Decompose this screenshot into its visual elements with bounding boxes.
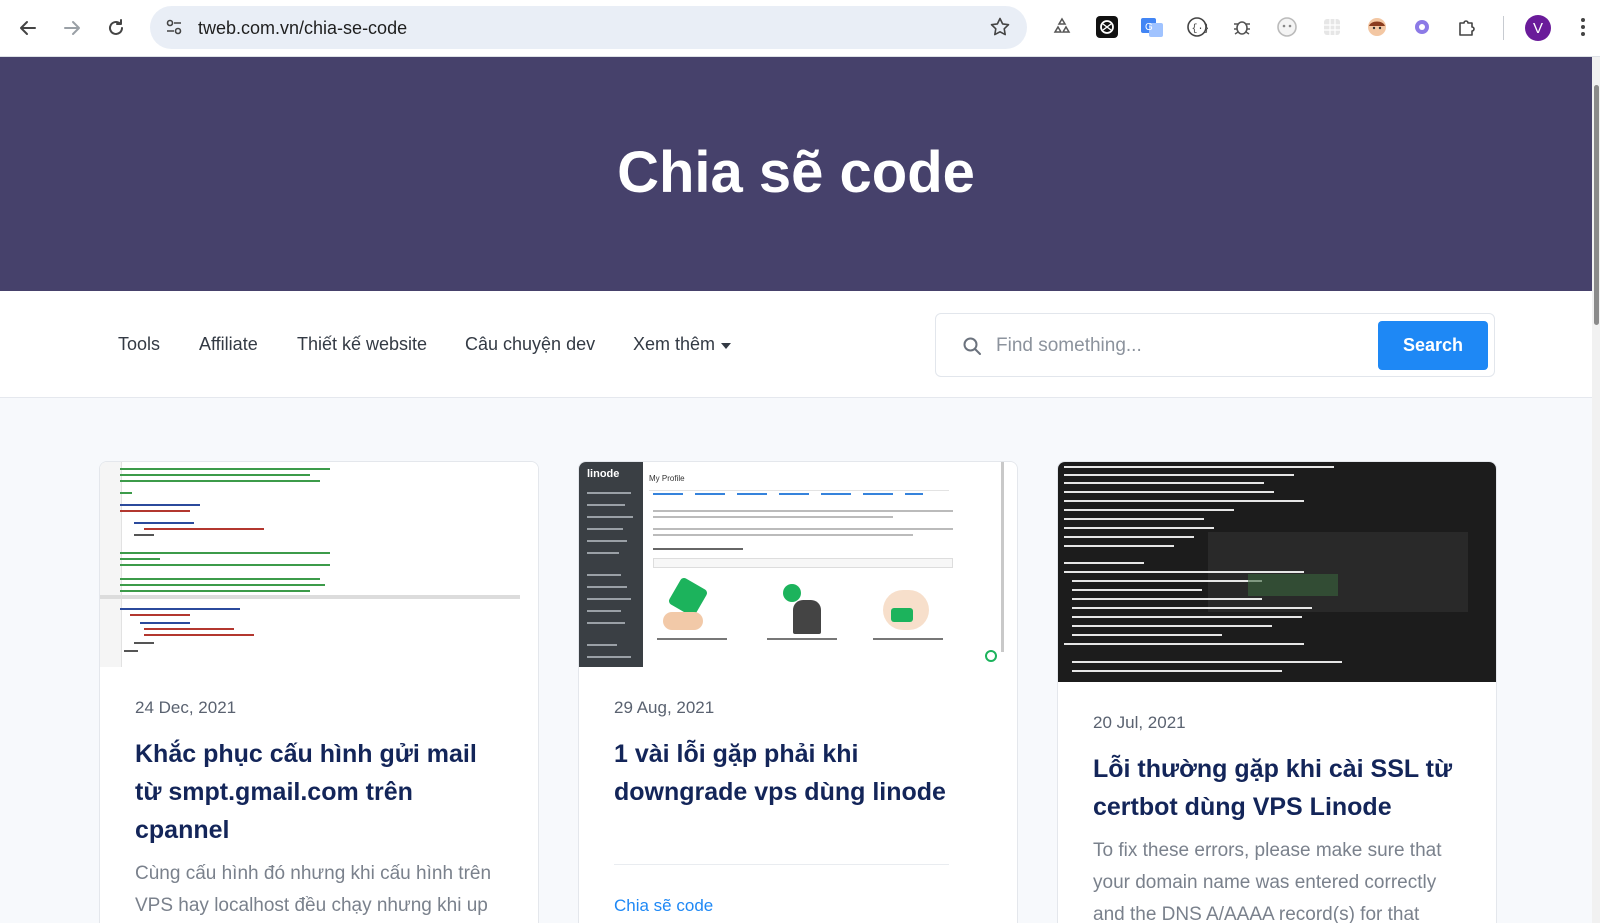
chrome-menu-icon[interactable] xyxy=(1570,14,1596,40)
linode-content: My Profile xyxy=(643,462,1017,667)
search-input[interactable] xyxy=(996,328,1376,364)
linode-logo: linode xyxy=(587,468,620,480)
post-card[interactable]: linode My Profile 29 Aug, 2021 1 vài lỗi… xyxy=(578,461,1018,923)
post-excerpt: Cùng cấu hình đó nhưng khi cấu hình trên… xyxy=(135,863,492,916)
hero-banner: Chia sẽ code xyxy=(0,57,1592,291)
search-icon xyxy=(962,336,982,361)
face-extension-icon[interactable] xyxy=(1274,14,1300,40)
address-bar[interactable]: tweb.com.vn/chia-se-code xyxy=(150,6,1027,49)
menu-item-affiliate[interactable]: Affiliate xyxy=(199,334,258,355)
post-date: 24 Dec, 2021 xyxy=(135,698,237,717)
profile-avatar[interactable]: V xyxy=(1525,15,1551,41)
recycle-extension-icon[interactable] xyxy=(1049,14,1075,40)
post-card[interactable]: 24 Dec, 2021 Khắc phục cấu hình gửi mail… xyxy=(99,461,539,923)
linode-profile-heading: My Profile xyxy=(649,474,685,483)
settings-gear-extension-icon[interactable] xyxy=(1409,14,1435,40)
bug-extension-icon[interactable] xyxy=(1229,14,1255,40)
url-text: tweb.com.vn/chia-se-code xyxy=(198,18,408,38)
toolbar-divider xyxy=(1503,16,1504,40)
reload-button[interactable] xyxy=(100,12,132,44)
post-title[interactable]: Lỗi thường gặp khi cài SSL từ certbot dù… xyxy=(1093,750,1463,826)
menu-item-thiet-ke-website[interactable]: Thiết kế website xyxy=(297,334,427,355)
search-button[interactable]: Search xyxy=(1378,321,1488,370)
menu-item-xem-them[interactable]: Xem thêm xyxy=(633,334,732,355)
page-title: Chia sẽ code xyxy=(617,139,975,205)
openai-extension-icon[interactable] xyxy=(1094,14,1120,40)
code-brackets-extension-icon[interactable]: {·} xyxy=(1184,14,1210,40)
post-thumbnail-linode[interactable]: linode My Profile xyxy=(579,462,1017,667)
forward-button[interactable] xyxy=(56,12,88,44)
card-divider xyxy=(614,864,949,865)
post-excerpt: To fix these errors, please make sure th… xyxy=(1093,840,1442,923)
post-date: 20 Jul, 2021 xyxy=(1093,713,1186,732)
browser-toolbar: tweb.com.vn/chia-se-code G {·} V xyxy=(0,0,1600,57)
post-category-link[interactable]: Chia sẽ code xyxy=(614,896,713,916)
back-button[interactable] xyxy=(12,12,44,44)
site-settings-icon[interactable] xyxy=(164,17,184,42)
menu-more-label: Xem thêm xyxy=(633,334,716,354)
back-arrow-icon xyxy=(20,21,36,35)
post-thumbnail-terminal[interactable] xyxy=(1058,462,1496,682)
extensions-puzzle-icon[interactable] xyxy=(1454,14,1480,40)
svg-text:{·}: {·} xyxy=(1192,23,1209,35)
translate-extension-icon[interactable]: G xyxy=(1139,14,1165,40)
post-date: 29 Aug, 2021 xyxy=(614,698,715,717)
svg-text:G: G xyxy=(1145,22,1153,33)
menu-item-cau-chuyen-dev[interactable]: Câu chuyện dev xyxy=(465,334,595,355)
grid-extension-icon[interactable] xyxy=(1319,14,1345,40)
post-thumbnail-code-editor[interactable] xyxy=(100,462,538,667)
search-form: Search xyxy=(935,313,1495,377)
linode-sidebar: linode xyxy=(579,462,643,667)
page-scrollbar-thumb[interactable] xyxy=(1594,85,1599,325)
category-nav: Tools Affiliate Thiết kế website Câu chu… xyxy=(0,291,1592,398)
caret-down-icon xyxy=(721,342,732,349)
post-title[interactable]: Khắc phục cấu hình gửi mail từ smpt.gmai… xyxy=(135,735,505,849)
forward-arrow-icon xyxy=(64,21,80,35)
post-card[interactable]: 20 Jul, 2021 Lỗi thường gặp khi cài SSL … xyxy=(1057,461,1497,923)
menu-item-tools[interactable]: Tools xyxy=(118,334,160,355)
post-title[interactable]: 1 vài lỗi gặp phải khi downgrade vps dùn… xyxy=(614,735,984,811)
character-extension-icon[interactable] xyxy=(1364,14,1390,40)
bookmark-star-icon[interactable] xyxy=(989,16,1011,43)
reload-icon xyxy=(109,19,123,35)
line-number-gutter xyxy=(100,462,122,667)
